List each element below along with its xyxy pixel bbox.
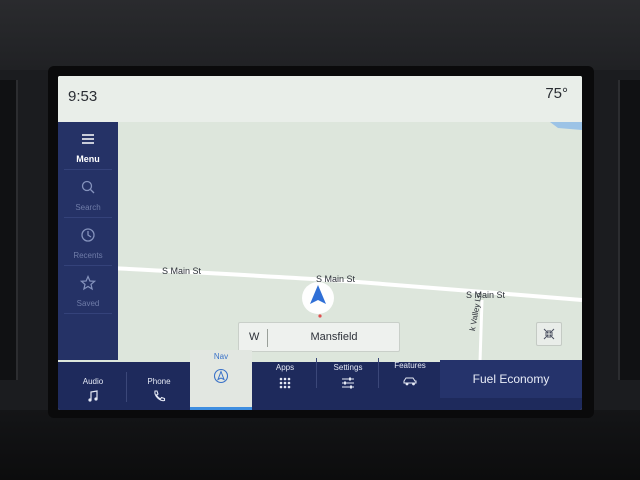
divider [126,372,127,402]
road-label: S Main St [316,274,356,284]
collapse-arrows-icon [543,328,555,340]
infotainment-screen: 9:53 75° S Main St S Main St S Main St k… [58,76,582,410]
divider [64,313,112,314]
heading-city-box: W Mansfield [238,322,400,352]
right-vent [618,80,640,380]
tab-label: Nav [213,352,229,361]
phone-icon [154,390,166,402]
car-icon [403,377,417,386]
route-dot [318,314,322,318]
tab-label: Features [394,361,426,370]
divider [64,265,112,266]
fuel-economy-button[interactable]: Fuel Economy [440,360,582,398]
tab-label: Audio [82,377,104,386]
side-item-label: Saved [76,299,100,308]
side-item-recents[interactable]: Recents [58,220,118,264]
side-item-label: Search [75,203,101,212]
tab-features[interactable]: Features [380,361,440,410]
side-item-label: Menu [76,154,100,164]
road-label: S Main St [162,266,202,276]
water-area [550,122,582,130]
road-label: S Main St [466,290,506,300]
dashboard-top [0,0,640,70]
compass-heading: W [249,331,260,343]
clock: 9:53 [68,88,98,105]
music-note-icon [88,390,98,402]
nav-icon [213,368,229,384]
star-icon [79,274,97,291]
divider [64,169,112,170]
side-menu: Menu Search Recents Saved [58,122,118,360]
tab-phone[interactable]: Phone [128,362,190,410]
tab-apps[interactable]: Apps [254,362,316,410]
tab-label: Settings [333,363,363,372]
divider [267,329,268,347]
hamburger-icon [82,134,94,144]
apps-grid-icon [279,377,291,389]
side-item-label: Recents [73,251,103,260]
collapse-map-button[interactable] [536,322,562,346]
dashboard-bottom [0,410,640,480]
divider [378,358,379,388]
tab-label: Apps [275,363,295,372]
sliders-icon [342,377,354,389]
tab-nav[interactable]: Nav [190,350,252,410]
tab-audio[interactable]: Audio [62,362,124,410]
active-tab-indicator [190,407,252,410]
status-bar: 9:53 75° [58,76,582,122]
search-icon [81,180,95,194]
bottom-nav-bar: Audio Phone Nav Apps Settings Features F… [58,350,582,410]
clock-icon [81,228,95,242]
divider [64,217,112,218]
side-item-menu[interactable]: Menu [58,124,118,168]
side-item-saved[interactable]: Saved [58,268,118,312]
divider [316,358,317,388]
tab-settings[interactable]: Settings [318,362,378,410]
fuel-economy-label: Fuel Economy [472,372,550,386]
side-item-search[interactable]: Search [58,172,118,216]
outside-temperature: 75° [545,85,568,102]
current-city: Mansfield [310,331,358,343]
left-vent [0,80,18,380]
tab-label: Phone [147,377,171,386]
